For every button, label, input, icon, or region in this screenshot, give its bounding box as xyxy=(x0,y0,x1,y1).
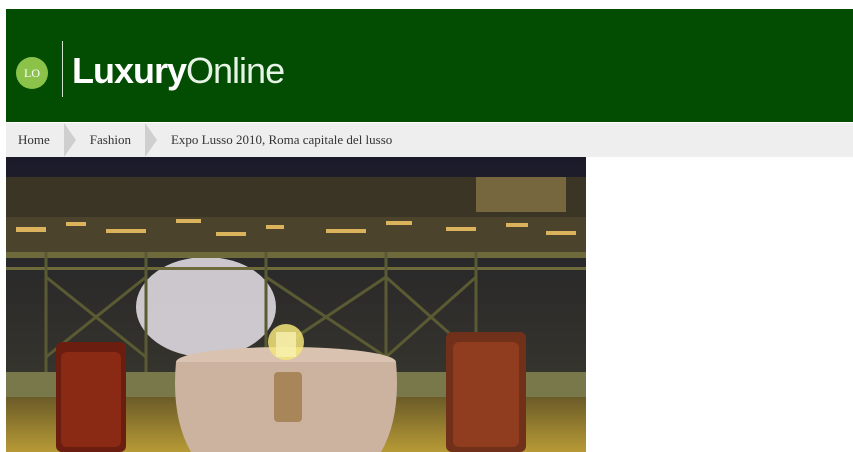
site-logo[interactable]: LuxuryOnline xyxy=(72,49,285,93)
breadcrumb-current-label: Expo Lusso 2010, Roma capitale del lusso xyxy=(170,132,393,147)
logo-online-text: Online xyxy=(186,50,285,91)
terrace-photo-icon xyxy=(6,157,586,452)
breadcrumb-home[interactable]: Home xyxy=(6,123,76,157)
site-header: LO LuxuryOnline xyxy=(6,9,853,122)
logo-badge-icon[interactable]: LO xyxy=(16,57,48,89)
breadcrumb-fashion[interactable]: Fashion xyxy=(78,123,157,157)
breadcrumb-separator-icon xyxy=(144,123,157,157)
breadcrumb-current: Expo Lusso 2010, Roma capitale del lusso xyxy=(159,123,406,157)
logo-luxury-text: Luxury xyxy=(72,50,187,91)
breadcrumb-home-label: Home xyxy=(18,132,50,147)
breadcrumb-separator-icon xyxy=(63,123,76,157)
breadcrumb-fashion-label: Fashion xyxy=(89,132,131,147)
breadcrumb: Home Fashion Expo Lusso 2010, Roma capit… xyxy=(6,123,853,157)
logo-divider xyxy=(62,41,63,97)
article-hero-image xyxy=(6,157,586,452)
